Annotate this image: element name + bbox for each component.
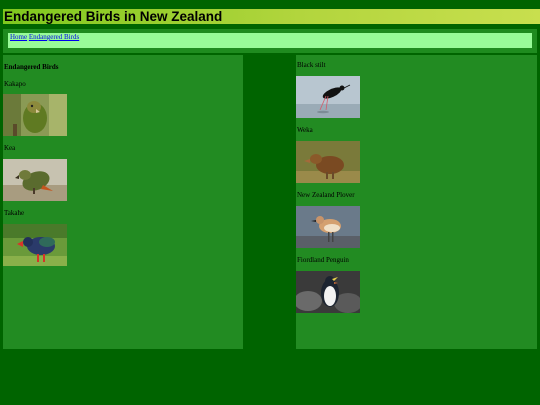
page-header: Endangered Birds in New Zealand [3, 9, 540, 24]
left-panel: Endangered Birds Kakapo Kea Takahe [3, 55, 243, 349]
nz-plover-photo [296, 206, 360, 248]
fiordland-penguin-photo [296, 271, 360, 313]
panel-heading: Endangered Birds [4, 63, 59, 71]
kakapo-photo [3, 94, 67, 136]
breadcrumb-bar: Home Endangered Birds [3, 29, 537, 53]
bird-label-takahe: Takahe [4, 209, 25, 217]
right-panel: Black stilt Weka New Zealand Plover Fior… [296, 55, 537, 349]
bird-label-weka: Weka [297, 126, 313, 134]
bird-label-nz-plover: New Zealand Plover [297, 191, 355, 199]
breadcrumb: Home Endangered Birds [8, 33, 532, 48]
bird-label-kakapo: Kakapo [4, 80, 26, 88]
takahe-photo [3, 224, 67, 266]
kea-photo [3, 159, 67, 201]
black-stilt-photo [296, 76, 360, 118]
weka-photo [296, 141, 360, 183]
bird-label-fiordland-penguin: Fiordland Penguin [297, 256, 349, 264]
breadcrumb-current-link[interactable]: Endangered Birds [29, 33, 79, 41]
breadcrumb-home-link[interactable]: Home [10, 33, 27, 41]
bird-label-black-stilt: Black stilt [297, 61, 326, 69]
page-title: Endangered Birds in New Zealand [4, 9, 223, 24]
bird-label-kea: Kea [4, 144, 16, 152]
